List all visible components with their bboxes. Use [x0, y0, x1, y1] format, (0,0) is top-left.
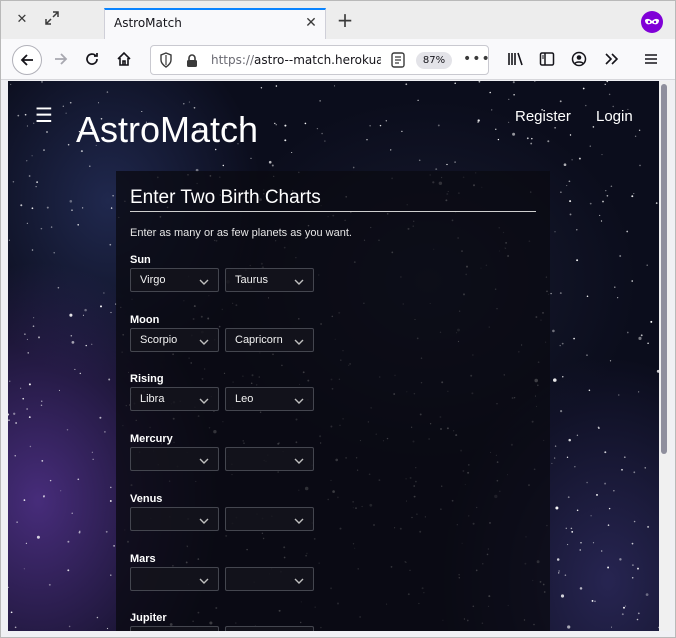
chevron-down-icon: [293, 273, 305, 285]
sign-select-chart-one[interactable]: Virgo: [130, 268, 219, 292]
chevron-down-icon: [293, 392, 305, 404]
sign-select-chart-two[interactable]: [225, 447, 314, 471]
reader-view-icon[interactable]: [391, 52, 405, 72]
login-link[interactable]: Login: [596, 108, 633, 125]
lock-icon[interactable]: [186, 53, 198, 72]
sign-select-chart-two[interactable]: Capricorn: [225, 328, 314, 352]
fullscreen-icon[interactable]: [43, 11, 61, 29]
sign-select-chart-one[interactable]: [130, 447, 219, 471]
planet-label: Mercury: [130, 433, 173, 445]
site-menu-icon[interactable]: ☰: [35, 105, 53, 125]
navigation-toolbar: https://astro--match.herokua 87% •••: [1, 39, 675, 80]
chevron-down-icon: [293, 512, 305, 524]
select-value: Leo: [235, 393, 254, 405]
forward-button[interactable]: [49, 47, 73, 71]
tab-strip: ✕ AstroMatch ✕ +: [1, 1, 675, 39]
overflow-chevron-icon[interactable]: [599, 47, 623, 71]
chevron-down-icon: [198, 452, 210, 464]
url-protocol: https://: [211, 53, 255, 67]
chevron-down-icon: [293, 452, 305, 464]
tab-close-icon[interactable]: ✕: [303, 15, 319, 31]
chevron-down-icon: [198, 512, 210, 524]
select-value: Virgo: [140, 274, 166, 286]
select-value: Libra: [140, 393, 165, 405]
planet-label: Mars: [130, 553, 156, 565]
page-viewport: ☰ AstroMatch Register Login Enter Two Bi…: [8, 81, 659, 631]
tab-title: AstroMatch: [114, 16, 182, 30]
scrollbar-thumb[interactable]: [661, 84, 667, 454]
close-window-icon[interactable]: ✕: [13, 11, 31, 29]
url-text[interactable]: https://astro--match.herokua: [211, 53, 381, 67]
chevron-down-icon: [293, 572, 305, 584]
sign-select-chart-one[interactable]: [130, 507, 219, 531]
account-icon[interactable]: [567, 47, 591, 71]
sign-select-chart-two[interactable]: [225, 507, 314, 531]
sign-select-chart-one[interactable]: [130, 626, 219, 631]
chevron-down-icon: [198, 273, 210, 285]
select-value: Capricorn: [235, 334, 283, 346]
birth-chart-form: Enter Two Birth Charts Enter as many or …: [116, 171, 550, 631]
new-tab-icon[interactable]: +: [335, 10, 355, 31]
sign-select-chart-one[interactable]: Libra: [130, 387, 219, 411]
select-value: Taurus: [235, 274, 269, 286]
sign-select-chart-two[interactable]: [225, 626, 314, 631]
page-actions-icon[interactable]: •••: [463, 52, 491, 66]
sign-select-chart-two[interactable]: Leo: [225, 387, 314, 411]
chevron-down-icon: [293, 333, 305, 345]
sidebar-icon[interactable]: [535, 47, 559, 71]
home-button[interactable]: [112, 47, 136, 71]
chevron-down-icon: [198, 572, 210, 584]
chevron-down-icon: [198, 392, 210, 404]
sign-select-chart-one[interactable]: [130, 567, 219, 591]
app-menu-icon[interactable]: [639, 47, 663, 71]
sign-select-chart-one[interactable]: Scorpio: [130, 328, 219, 352]
planet-label: Jupiter: [130, 612, 167, 624]
form-intro: Enter as many or as few planets as you w…: [130, 227, 352, 239]
shield-icon[interactable]: [159, 52, 173, 72]
reload-button[interactable]: [80, 47, 104, 71]
form-title: Enter Two Birth Charts: [130, 187, 321, 208]
tab-astromatch[interactable]: AstroMatch ✕: [104, 8, 326, 39]
sign-select-chart-two[interactable]: [225, 567, 314, 591]
private-browsing-icon: [641, 11, 663, 33]
planet-label: Sun: [130, 254, 151, 266]
url-host: astro--match.herokua: [254, 53, 381, 67]
url-bar[interactable]: https://astro--match.herokua 87% •••: [150, 45, 491, 75]
zoom-level-badge[interactable]: 87%: [416, 52, 452, 69]
planet-label: Rising: [130, 373, 164, 385]
sign-select-chart-two[interactable]: Taurus: [225, 268, 314, 292]
planet-label: Moon: [130, 314, 160, 326]
page-scrollbar[interactable]: [659, 81, 670, 631]
planet-label: Venus: [130, 493, 163, 505]
library-icon[interactable]: [504, 47, 528, 71]
back-button[interactable]: [12, 45, 42, 75]
chevron-down-icon: [198, 333, 210, 345]
site-brand[interactable]: AstroMatch: [76, 109, 258, 151]
select-value: Scorpio: [140, 334, 178, 346]
browser-window: ✕ AstroMatch ✕ + https://astro--match.he…: [0, 0, 676, 638]
register-link[interactable]: Register: [515, 108, 571, 125]
title-divider: [130, 211, 536, 212]
